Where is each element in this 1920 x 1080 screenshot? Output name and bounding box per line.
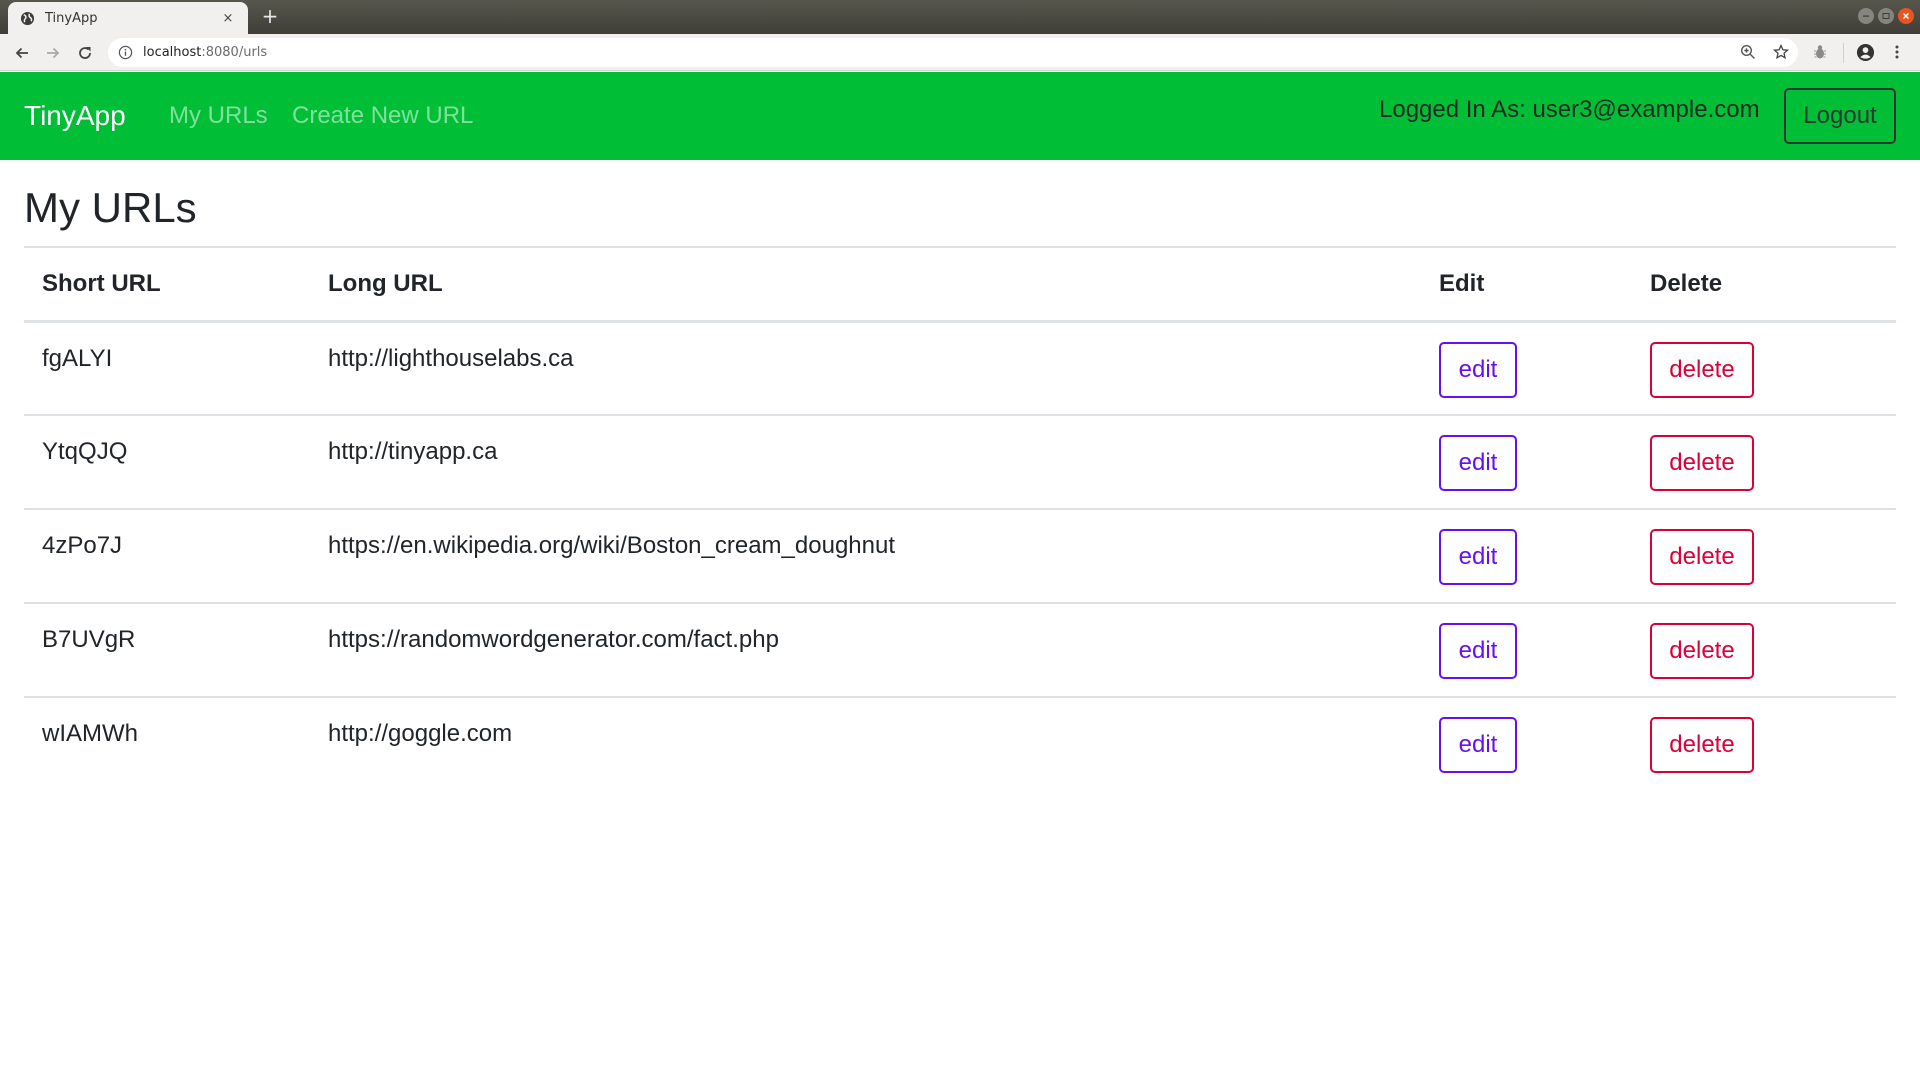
short-url-cell: YtqQJQ (24, 414, 310, 509)
long-url-cell: http://goggle.com (310, 696, 1421, 791)
delete-button[interactable]: delete (1650, 435, 1754, 491)
delete-cell: delete (1632, 508, 1896, 603)
header-short-url: Short URL (24, 246, 310, 323)
delete-button[interactable]: delete (1650, 623, 1754, 679)
browser-toolbar: localhost:8080/urls (0, 34, 1920, 71)
edit-cell: edit (1421, 508, 1632, 603)
new-tab-button[interactable]: + (258, 5, 282, 29)
brand-logo-link[interactable]: TinyApp (24, 100, 126, 132)
short-url-cell: wIAMWh (24, 696, 310, 791)
edit-cell: edit (1421, 321, 1632, 415)
delete-cell: delete (1632, 321, 1896, 415)
table-header-row: Short URL Long URL Edit Delete (24, 246, 1896, 323)
long-url-cell: http://tinyapp.ca (310, 414, 1421, 509)
long-url-cell: http://lighthouselabs.ca (310, 321, 1421, 415)
delete-button[interactable]: delete (1650, 529, 1754, 585)
short-url[interactable]: B7UVgR (42, 626, 135, 653)
delete-cell: delete (1632, 602, 1896, 697)
short-url[interactable]: 4zPo7J (42, 532, 122, 559)
app-navbar: TinyApp My URLs Create New URL Logged In… (0, 72, 1920, 160)
table-row: B7UVgR https://randomwordgenerator.com/f… (24, 602, 1896, 697)
nav-link-my-urls[interactable]: My URLs (169, 102, 268, 130)
edit-button[interactable]: edit (1439, 435, 1517, 491)
globe-icon (20, 11, 35, 26)
edit-button[interactable]: edit (1439, 717, 1517, 773)
maximize-window-button[interactable] (1878, 8, 1894, 24)
reload-button[interactable] (72, 40, 98, 66)
logged-in-status: Logged In As: user3@example.com (1379, 96, 1760, 123)
table-row: YtqQJQ http://tinyapp.ca edit delete (24, 414, 1896, 509)
edit-cell: edit (1421, 414, 1632, 509)
short-url[interactable]: wIAMWh (42, 720, 138, 747)
urls-table: Short URL Long URL Edit Delete fgALYI ht… (24, 246, 1896, 791)
reload-icon (79, 47, 91, 59)
delete-button[interactable]: delete (1650, 341, 1754, 398)
short-url-cell: B7UVgR (24, 602, 310, 697)
browser-tab-tinyapp[interactable]: TinyApp × (8, 2, 248, 34)
zoom-icon[interactable] (1738, 42, 1758, 62)
arrow-left-icon (15, 47, 28, 59)
edit-cell: edit (1421, 602, 1632, 697)
address-bar[interactable]: localhost:8080/urls (108, 38, 1798, 67)
url-text[interactable]: localhost:8080/urls (143, 45, 267, 60)
long-url-cell: https://en.wikipedia.org/wiki/Boston_cre… (310, 508, 1421, 603)
edit-button[interactable]: edit (1439, 623, 1517, 679)
short-url-cell: 4zPo7J (24, 508, 310, 603)
minimize-window-button[interactable] (1858, 8, 1874, 24)
delete-cell: delete (1632, 696, 1896, 791)
table-row: 4zPo7J https://en.wikipedia.org/wiki/Bos… (24, 508, 1896, 603)
browser-menu-icon[interactable] (1887, 42, 1907, 62)
table-row: fgALYI http://lighthouselabs.ca edit del… (24, 321, 1896, 415)
edit-button[interactable]: edit (1439, 529, 1517, 585)
nav-link-create-new-url[interactable]: Create New URL (292, 102, 473, 130)
edit-cell: edit (1421, 696, 1632, 791)
arrow-right-icon (47, 47, 60, 59)
account-icon[interactable] (1855, 42, 1875, 62)
forward-button[interactable] (40, 40, 66, 66)
back-button[interactable] (9, 40, 35, 66)
header-delete: Delete (1632, 246, 1896, 323)
short-url-cell: fgALYI (24, 321, 310, 415)
close-tab-icon[interactable]: × (220, 11, 236, 26)
long-url-cell: https://randomwordgenerator.com/fact.php (310, 602, 1421, 697)
long-url: http://lighthouselabs.ca (328, 344, 574, 372)
url-path: :8080/urls (201, 45, 268, 60)
delete-cell: delete (1632, 414, 1896, 509)
logout-button[interactable]: Logout (1784, 88, 1896, 144)
extension-bug-icon[interactable] (1810, 42, 1830, 62)
delete-button[interactable]: delete (1650, 717, 1754, 773)
long-url: https://en.wikipedia.org/wiki/Boston_cre… (328, 532, 895, 559)
short-url[interactable]: YtqQJQ (42, 438, 127, 465)
table-row: wIAMWh http://goggle.com edit delete (24, 696, 1896, 791)
urls-table-body: fgALYI http://lighthouselabs.ca edit del… (24, 321, 1896, 791)
short-url[interactable]: fgALYI (42, 345, 112, 372)
close-window-button[interactable] (1898, 8, 1914, 24)
browser-tab-strip: TinyApp × + (0, 0, 1920, 34)
long-url: http://tinyapp.ca (328, 438, 498, 465)
tab-title: TinyApp (45, 10, 98, 26)
long-url: https://randomwordgenerator.com/fact.php (328, 626, 779, 653)
page-title: My URLs (24, 184, 197, 231)
long-url: http://goggle.com (328, 720, 513, 747)
edit-button[interactable]: edit (1439, 341, 1517, 398)
bookmark-star-icon[interactable] (1771, 42, 1791, 62)
header-edit: Edit (1421, 246, 1632, 323)
window-controls (1858, 8, 1914, 24)
header-long-url: Long URL (310, 246, 1421, 323)
info-icon[interactable] (118, 45, 134, 61)
toolbar-separator (1843, 43, 1844, 63)
url-host: localhost (143, 45, 202, 60)
